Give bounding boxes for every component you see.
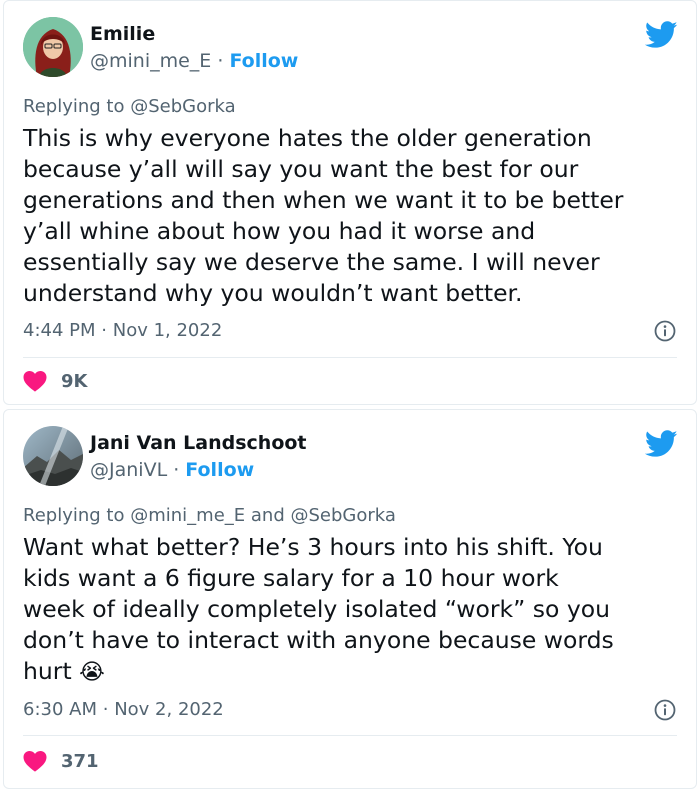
tweet-time[interactable]: 4:44 PM	[23, 320, 96, 341]
divider	[23, 357, 677, 358]
timestamp[interactable]: 6:30 AM · Nov 2, 2022	[23, 699, 224, 720]
crying-face-emoji-icon: 😭	[79, 660, 105, 685]
replying-to: Replying to @SebGorka	[23, 96, 236, 117]
mention-link-2[interactable]: @SebGorka	[291, 505, 396, 526]
timestamp[interactable]: 4:44 PM · Nov 1, 2022	[23, 320, 222, 341]
author-handle[interactable]: @JaniVL	[90, 459, 167, 481]
twitter-bird-icon[interactable]	[645, 21, 678, 49]
tweet-screenshot: Emilie @mini_me_E · Follow Replying to @…	[0, 0, 700, 789]
follow-button[interactable]: Follow	[229, 50, 298, 72]
handle-line: @JaniVL · Follow	[90, 459, 254, 481]
tweet-date[interactable]: Nov 2, 2022	[114, 699, 224, 720]
mention-link[interactable]: @SebGorka	[130, 96, 235, 117]
avatar[interactable]	[23, 426, 83, 486]
replying-and: and	[250, 505, 285, 526]
mention-link[interactable]: @mini_me_E	[130, 505, 245, 526]
author-handle[interactable]: @mini_me_E	[90, 50, 211, 72]
author-name[interactable]: Jani Van Landschoot	[90, 432, 307, 454]
handle-line: @mini_me_E · Follow	[90, 50, 298, 72]
author-name[interactable]: Emilie	[90, 23, 155, 45]
tweet-text-content: Want what better? He’s 3 hours into his …	[23, 533, 614, 685]
tweet-date[interactable]: Nov 1, 2022	[113, 320, 223, 341]
like-count-value: 9K	[61, 370, 88, 392]
follow-button[interactable]: Follow	[185, 459, 254, 481]
separator: ·	[217, 50, 224, 72]
tweet-text: Want what better? He’s 3 hours into his …	[23, 532, 683, 688]
tweet-card-1: Emilie @mini_me_E · Follow Replying to @…	[0, 0, 700, 405]
tweet-text-block: Want what better? He’s 3 hours into his …	[23, 532, 683, 688]
heart-icon[interactable]	[23, 750, 47, 772]
separator: ·	[101, 320, 107, 341]
info-icon[interactable]	[654, 320, 676, 342]
like-count[interactable]: 371	[23, 750, 99, 772]
separator: ·	[102, 699, 109, 720]
separator: ·	[173, 459, 180, 481]
like-count-value: 371	[61, 750, 99, 772]
avatar[interactable]	[23, 17, 83, 77]
divider	[23, 735, 677, 736]
replying-to: Replying to @mini_me_E and @SebGorka	[23, 505, 396, 526]
tweet-text: This is why everyone hates the older gen…	[23, 124, 624, 307]
twitter-bird-icon[interactable]	[645, 430, 678, 458]
tweet-time[interactable]: 6:30 AM	[23, 699, 97, 720]
tweet-card-2: Jani Van Landschoot @JaniVL · Follow Rep…	[0, 409, 700, 789]
like-count[interactable]: 9K	[23, 370, 87, 392]
replying-prefix: Replying to	[23, 96, 125, 117]
info-icon[interactable]	[654, 699, 676, 721]
replying-prefix: Replying to	[23, 505, 125, 526]
heart-icon[interactable]	[23, 370, 47, 392]
